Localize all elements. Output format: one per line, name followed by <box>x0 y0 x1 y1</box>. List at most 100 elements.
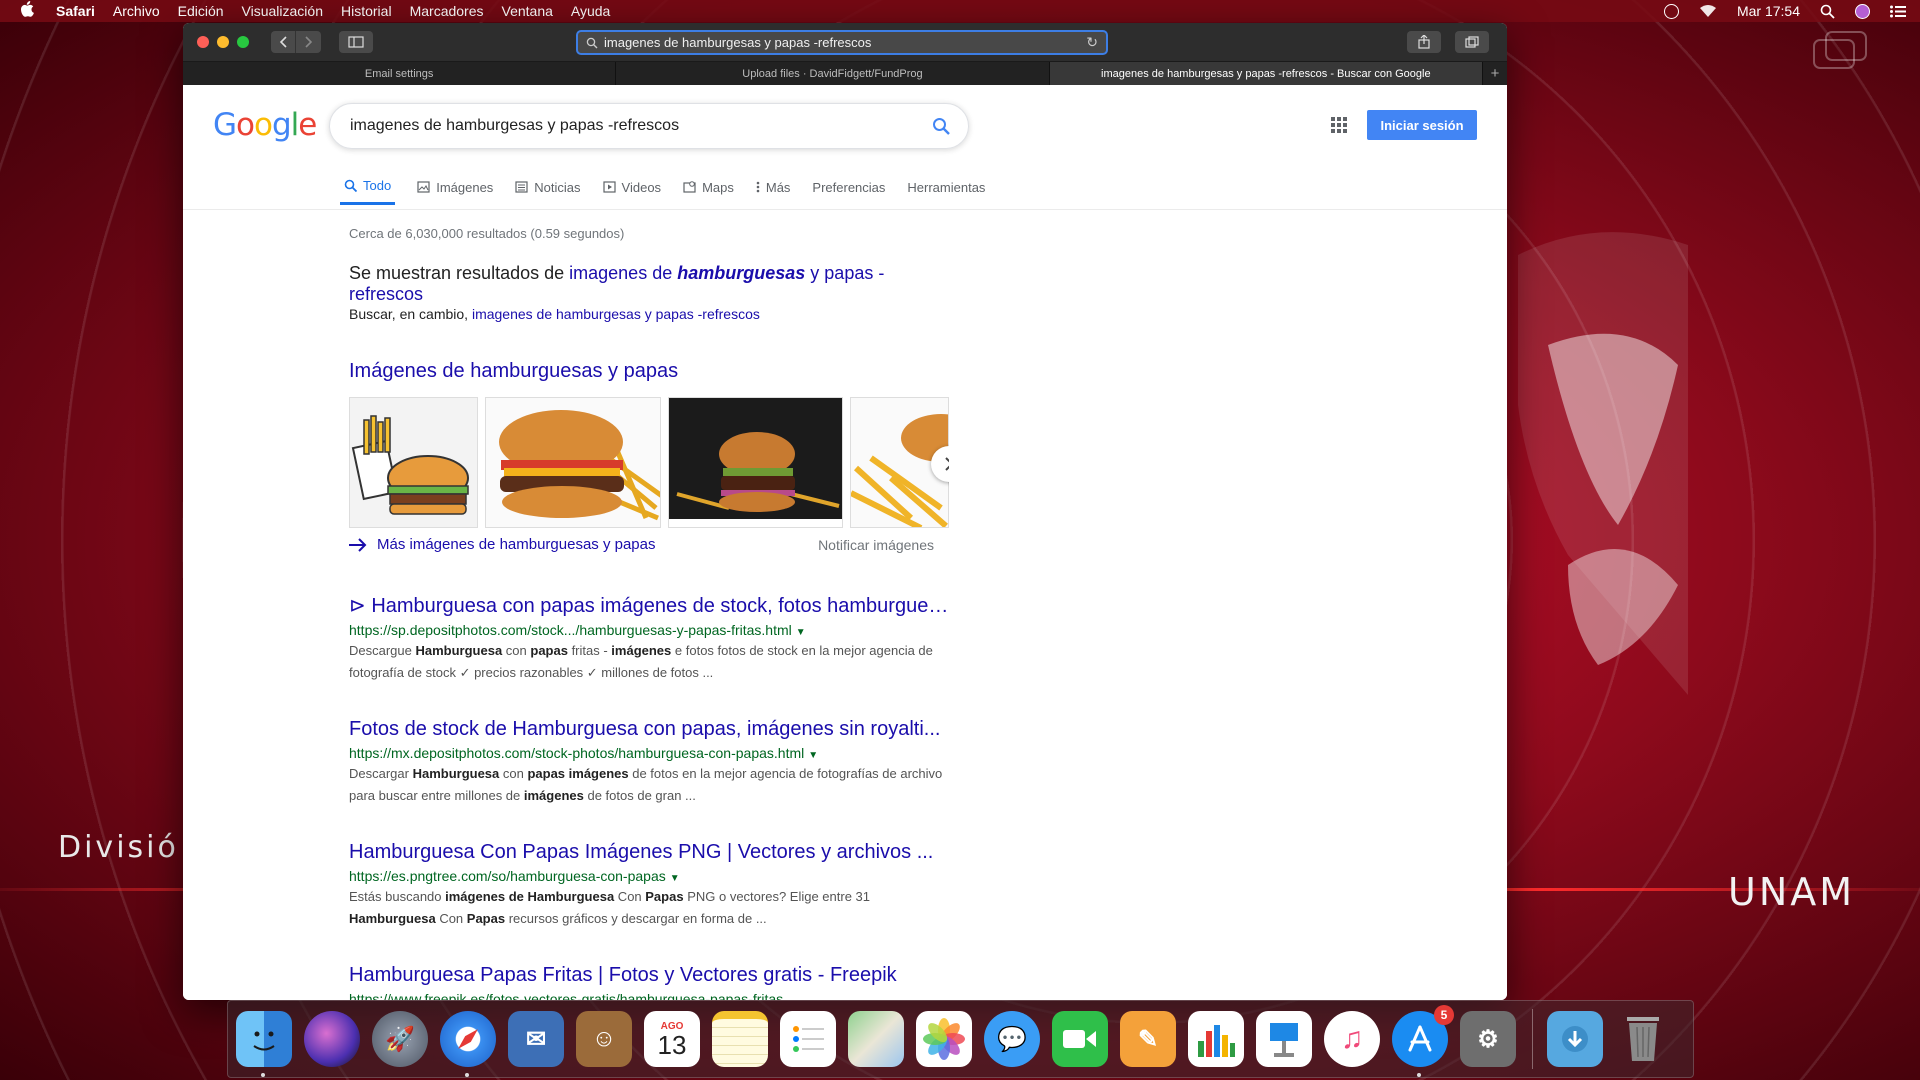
tab-herramientas[interactable]: Herramientas <box>907 169 985 205</box>
tab-preferencias[interactable]: Preferencias <box>812 169 885 205</box>
contacts-icon[interactable]: ☺ <box>576 1011 632 1067</box>
browser-tab-active[interactable]: imagenes de hamburgesas y papas -refresc… <box>1049 62 1483 85</box>
tab-noticias[interactable]: Noticias <box>515 169 581 205</box>
browser-tab[interactable]: Email settings <box>183 62 617 85</box>
google-search-box[interactable]: imagenes de hamburgesas y papas -refresc… <box>329 103 969 149</box>
siri-icon[interactable] <box>304 1011 360 1067</box>
more-images-link[interactable]: Más imágenes de hamburguesas y papas <box>377 536 656 553</box>
tab-imagenes[interactable]: Imágenes <box>417 169 493 205</box>
menu-visualizacion[interactable]: Visualización <box>242 3 323 19</box>
safari-icon[interactable] <box>440 1011 496 1077</box>
creative-cloud-icon[interactable] <box>1663 3 1679 19</box>
menu-historial[interactable]: Historial <box>341 3 392 19</box>
nav-buttons <box>271 31 321 53</box>
chevron-left-icon <box>279 36 287 48</box>
menu-ayuda[interactable]: Ayuda <box>571 3 610 19</box>
menu-ventana[interactable]: Ventana <box>502 3 553 19</box>
tab-label: Más <box>765 179 791 195</box>
photos-icon[interactable] <box>916 1011 972 1067</box>
search-icon[interactable] <box>932 117 950 135</box>
tab-videos[interactable]: Videos <box>602 169 661 205</box>
result-title-link[interactable]: ⊳ Hamburguesa con papas imágenes de stoc… <box>349 593 949 618</box>
reminders-icon[interactable] <box>780 1011 836 1067</box>
tab-maps[interactable]: Maps <box>683 169 734 205</box>
spotlight-icon[interactable] <box>1820 4 1835 19</box>
downloads-folder-icon[interactable] <box>1547 1011 1603 1067</box>
app-store-icon[interactable]: 5 <box>1392 1005 1454 1077</box>
map-icon <box>683 181 696 193</box>
video-icon <box>602 181 616 193</box>
podium-icon <box>1270 1023 1298 1057</box>
share-button[interactable] <box>1407 31 1441 53</box>
pages-icon[interactable]: ✎ <box>1120 1011 1176 1067</box>
burger-dark-photo <box>669 398 842 527</box>
sign-in-button[interactable]: Iniciar sesión <box>1367 110 1477 140</box>
result-title-link[interactable]: Hamburguesa Papas Fritas | Fotos y Vecto… <box>349 964 949 987</box>
mail-icon[interactable]: ✉ <box>508 1011 564 1067</box>
calendar-day: 13 <box>657 1029 687 1060</box>
facetime-icon[interactable] <box>1052 1011 1108 1067</box>
itunes-icon[interactable]: ♫ <box>1324 1011 1380 1067</box>
tab-bar: Email settings Upload files · DavidFidge… <box>183 62 1507 85</box>
apps-grid-icon[interactable] <box>1331 117 1347 133</box>
address-bar[interactable]: imagenes de hamburgesas y papas -refresc… <box>576 30 1108 55</box>
original-query-link[interactable]: imagenes de hamburgesas y papas -refresc… <box>472 306 760 322</box>
siri-menu-icon[interactable] <box>1855 3 1870 19</box>
back-button[interactable] <box>271 31 296 53</box>
sidebar-toggle-button[interactable] <box>339 31 373 53</box>
google-logo[interactable]: Google <box>213 107 317 143</box>
close-button[interactable] <box>197 36 209 48</box>
keynote-icon[interactable] <box>1256 1011 1312 1067</box>
trash-icon[interactable] <box>1615 1011 1671 1067</box>
maps-icon[interactable] <box>848 1011 904 1067</box>
image-pack-title[interactable]: Imágenes de hamburguesas y papas <box>349 360 949 383</box>
result-snippet: Descargar Hamburguesa con papas imágenes… <box>349 766 943 803</box>
google-results-page: Google imagenes de hamburgesas y papas -… <box>183 85 1507 1000</box>
forward-button[interactable] <box>296 31 321 53</box>
apple-icon[interactable] <box>20 1 36 21</box>
google-header: Google imagenes de hamburgesas y papas -… <box>183 85 1507 157</box>
system-preferences-icon[interactable]: ⚙ <box>1460 1011 1516 1067</box>
new-tab-button[interactable]: + <box>1483 62 1507 85</box>
caret-down-icon[interactable]: ▼ <box>796 627 806 638</box>
menu-archivo[interactable]: Archivo <box>113 3 160 19</box>
calendar-icon[interactable]: AGO 13 <box>644 1011 700 1067</box>
finder-icon[interactable] <box>236 1011 292 1077</box>
tab-todo[interactable]: Todo <box>340 169 396 205</box>
reload-icon[interactable]: ↻ <box>1086 34 1098 51</box>
report-images-link[interactable]: Notificar imágenes <box>818 537 934 553</box>
menu-edicion[interactable]: Edición <box>178 3 224 19</box>
result-title-link[interactable]: Hamburguesa Con Papas Imágenes PNG | Vec… <box>349 841 949 864</box>
zoom-button[interactable] <box>237 36 249 48</box>
menu-marcadores[interactable]: Marcadores <box>410 3 484 19</box>
image-thumbnail[interactable] <box>668 397 843 528</box>
wallpaper-text-unam: UNAM <box>1728 870 1856 914</box>
more-vert-icon <box>756 181 760 193</box>
instead-prefix: Buscar, en cambio, <box>349 306 469 322</box>
wifi-icon[interactable] <box>1699 4 1717 18</box>
image-thumbnail[interactable] <box>484 397 662 528</box>
minimize-button[interactable] <box>217 36 229 48</box>
running-indicator <box>465 1073 469 1077</box>
notes-icon[interactable] <box>712 1011 768 1067</box>
image-thumbnail[interactable] <box>349 397 478 528</box>
menu-app-safari[interactable]: Safari <box>56 3 95 19</box>
notification-badge: 5 <box>1434 1005 1454 1025</box>
numbers-icon[interactable] <box>1188 1011 1244 1067</box>
dock: 🚀 ✉ ☺ AGO 13 💬 ✎ ♫ 5 ⚙ <box>227 1000 1694 1078</box>
launchpad-icon[interactable]: 🚀 <box>372 1011 428 1067</box>
google-search-tabs: Todo Imágenes Noticias Videos Maps Más P… <box>340 169 1007 205</box>
notification-center-icon[interactable] <box>1890 5 1906 18</box>
tab-overview-button[interactable] <box>1455 31 1489 53</box>
caret-down-icon[interactable]: ▼ <box>670 873 680 884</box>
messages-icon[interactable]: 💬 <box>984 1011 1040 1067</box>
caret-down-icon[interactable]: ▼ <box>808 750 818 761</box>
clock[interactable]: Mar 17:54 <box>1737 3 1800 19</box>
image-pack-footer: Más imágenes de hamburguesas y papas Not… <box>349 536 934 553</box>
result-title-link[interactable]: Fotos de stock de Hamburguesa con papas,… <box>349 718 949 741</box>
result-snippet: Estás buscando imágenes de Hamburguesa C… <box>349 889 871 926</box>
browser-tab[interactable]: Upload files · DavidFidgett/FundProg <box>616 62 1050 85</box>
showing-prefix: Se muestran resultados de <box>349 263 565 283</box>
tab-mas[interactable]: Más <box>756 169 791 205</box>
desktop-widget-icon <box>1813 31 1867 69</box>
